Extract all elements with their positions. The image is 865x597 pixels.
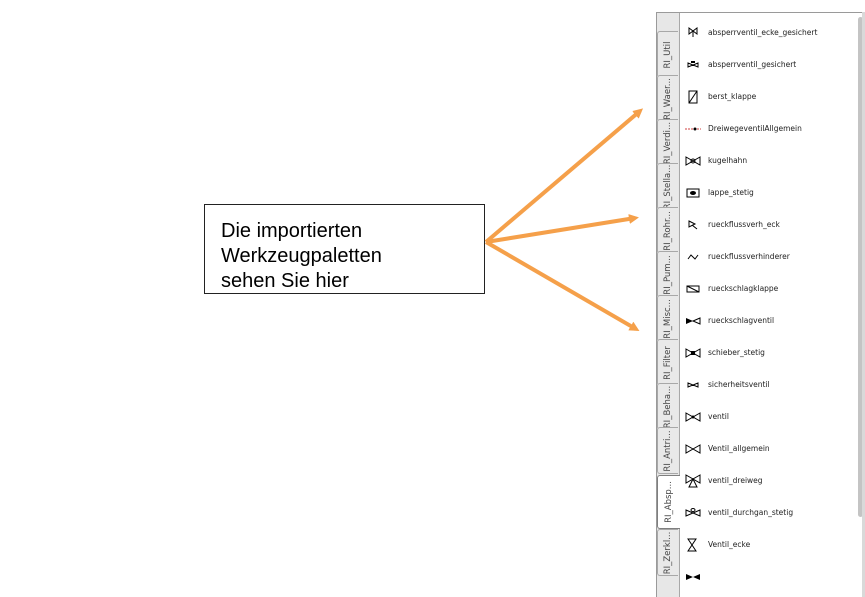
tool-label: DreiwegeventilAllgemein [708,124,802,133]
backflow-preventer-icon [687,254,699,260]
tab-ri-stella[interactable]: RI_Stella... [657,163,678,210]
tab-label: RI_Beha... [663,385,673,428]
tab-label: RI_Misc... [663,298,673,339]
palette-tab-strip: RI_Util RI_Waer... RI_Verdi... RI_Stella… [657,13,680,597]
burst-flap-icon [688,90,698,104]
tool-label: sicherheitsventil [708,380,770,389]
tool-label: Ventil_allgemein [708,444,770,453]
tool-label: schieber_stetig [708,348,765,357]
tab-label: RI_Antri... [663,429,673,472]
arrow-3 [484,240,640,332]
tool-label: ventil_dreiweg [708,476,763,485]
tab-ri-absp[interactable]: RI_Absp... [657,475,680,529]
tool-rueckflussverh-eck[interactable]: rueckflussverh_eck [680,212,852,242]
tool-label: kugelhahn [708,156,748,165]
tool-label: rueckschlagklappe [708,284,779,293]
tool-schieber-stetig[interactable]: schieber_stetig [680,340,852,370]
tab-label: RI_Filter [663,345,673,380]
tool-rueckschlagventil[interactable]: rueckschlagventil [680,308,852,338]
through-valve-continuous-icon [685,508,701,517]
tab-ri-beha[interactable]: RI_Beha... [657,383,678,430]
check-flap-icon [686,285,700,293]
tool-label: ventil [708,412,729,421]
tool-label: absperrventil_ecke_gesichert [708,28,818,37]
tool-ventil-ecke[interactable]: Ventil_ecke [680,532,852,562]
tool-palette: RI_Util RI_Waer... RI_Verdi... RI_Stella… [656,12,865,597]
check-valve-icon [686,317,701,325]
tool-label: rueckflussverh_eck [708,220,780,229]
valve-general-icon [685,444,701,454]
tool-dreiwegeventil-allgemein[interactable]: DreiwegeventilAllgemein [680,116,852,146]
tab-ri-antri[interactable]: RI_Antri... [657,427,678,474]
tab-ri-filter[interactable]: RI_Filter [657,339,678,386]
tool-rueckschlagklappe[interactable]: rueckschlagklappe [680,276,852,306]
ball-valve-icon [685,156,701,166]
tab-label: RI_Rohr... [663,210,673,251]
angle-valve-secured-icon [688,27,698,37]
tab-label: RI_Waer... [663,77,673,120]
tool-label: absperrventil_gesichert [708,60,797,69]
tab-label: RI_Absp... [664,481,674,523]
tab-ri-pum[interactable]: RI_Pum... [657,251,678,298]
tool-label: Ventil_ecke [708,540,751,549]
tool-kugelhahn[interactable]: kugelhahn [680,148,852,178]
tool-rueckflussverhinderer[interactable]: rueckflussverhinderer [680,244,852,274]
safety-valve-icon [687,382,699,388]
tab-label: RI_Util [663,41,673,68]
tool-absperrventil-gesichert[interactable]: absperrventil_gesichert [680,52,852,82]
tool-ventil[interactable]: ventil [680,404,852,434]
tool-label: berst_klappe [708,92,757,101]
tab-label: RI_Pum... [663,254,673,295]
tool-sicherheitsventil[interactable]: sicherheitsventil [680,372,852,402]
tab-label: RI_Zerkl... [663,531,673,574]
tab-ri-verdi[interactable]: RI_Verdi... [657,119,678,166]
tab-label: RI_Verdi... [663,121,673,164]
tool-label: rueckschlagventil [708,316,775,325]
angle-valve-icon [687,538,697,552]
backflow-preventer-angle-icon [688,220,698,230]
tab-ri-rohr[interactable]: RI_Rohr... [657,207,678,254]
tool-lappe-stetig[interactable]: lappe_stetig [680,180,852,210]
tool-label: rueckflussverhinderer [708,252,790,261]
palette-tool-list: absperrventil_ecke_gesichert absperrvent… [679,13,865,597]
tab-ri-util[interactable]: RI_Util [657,31,678,78]
tab-label: RI_Stella... [663,164,673,209]
valve-filled-icon [686,574,700,580]
tool-label: lappe_stetig [708,188,754,197]
tab-ri-zerkl[interactable]: RI_Zerkl... [657,529,678,576]
valve-icon [685,412,701,422]
gate-valve-continuous-icon [685,348,701,358]
tool-ventil-allgemein[interactable]: Ventil_allgemein [680,436,852,466]
flap-continuous-icon [686,188,700,198]
tool-ventil-durchgan-stetig[interactable]: ventil_durchgan_stetig [680,500,852,530]
tool-absperrventil-ecke-gesichert[interactable]: absperrventil_ecke_gesichert [680,20,852,50]
tool-label: ventil_durchgan_stetig [708,508,794,517]
tab-ri-waer[interactable]: RI_Waer... [657,75,678,122]
valve-secured-icon [687,61,699,68]
tool-ventil-dreiweg[interactable]: ventil_dreiweg [680,468,852,498]
three-way-valve-line-icon [685,127,701,131]
tool-partial[interactable] [680,564,852,594]
three-way-valve-icon [685,474,701,488]
tool-berst-klappe[interactable]: berst_klappe [680,84,852,114]
tab-ri-misc[interactable]: RI_Misc... [657,295,678,342]
